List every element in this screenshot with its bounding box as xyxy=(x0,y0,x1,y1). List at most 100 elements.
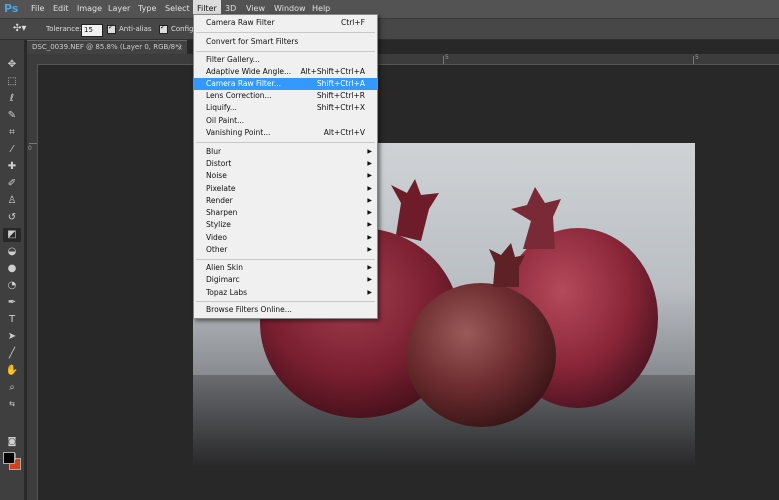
submenu-arrow-icon: ▶ xyxy=(367,289,372,296)
horizontal-ruler: 0 5 5 xyxy=(27,54,779,65)
menu-item-label: Distort xyxy=(206,159,232,168)
menu-item-shortcut: Alt+Ctrl+V xyxy=(323,128,365,137)
menu-item-label: Lens Correction... xyxy=(206,91,272,100)
menu-item-shortcut: Shift+Ctrl+R xyxy=(316,91,365,100)
brush-tool-icon[interactable]: ✐ xyxy=(3,177,21,191)
submenu-arrow-icon: ▶ xyxy=(367,160,372,167)
line-tool-icon[interactable]: ╱ xyxy=(3,347,21,361)
menu-item-label: Pixelate xyxy=(206,184,236,193)
healing-brush-tool-icon[interactable]: ✚ xyxy=(3,160,21,174)
quick-mask-icon[interactable]: ◙ xyxy=(3,435,21,449)
menu-item-label: Adaptive Wide Angle... xyxy=(206,67,292,76)
menu-blur[interactable]: Blur ▶ xyxy=(194,146,377,158)
menu-lens-correction[interactable]: Lens Correction... Shift+Ctrl+R xyxy=(194,90,377,102)
antialias-label: Anti-alias xyxy=(119,25,152,33)
menu-adaptive-wide-angle[interactable]: Adaptive Wide Angle... Alt+Shift+Ctrl+A xyxy=(194,66,377,78)
menu-filter-gallery[interactable]: Filter Gallery... xyxy=(194,54,377,66)
menu-item-label: Browse Filters Online... xyxy=(206,305,292,314)
menu-edit[interactable]: Edit xyxy=(49,0,73,18)
tools-panel: ✥ ⬚ ℓ ✎ ⌗ ⁄ ✚ ✐ ♙ ↺ ◩ ◒ ● ◔ ✒ T ➤ ╱ ✋ ⌕ … xyxy=(0,40,25,500)
menu-separator xyxy=(196,32,375,33)
submenu-arrow-icon: ▶ xyxy=(367,246,372,253)
filter-dropdown-menu: Camera Raw Filter Ctrl+F Convert for Sma… xyxy=(193,14,378,319)
ruler-tick xyxy=(693,56,694,64)
menu-oil-paint[interactable]: Oil Paint... xyxy=(194,115,377,127)
marquee-tool-icon[interactable]: ⬚ xyxy=(3,75,21,89)
ruler-label: 5 xyxy=(445,54,449,61)
magic-wand-tool-icon[interactable]: ✣▾ xyxy=(13,19,26,39)
menu-item-label: Camera Raw Filter... xyxy=(206,79,282,88)
zoom-tool-icon[interactable]: ⌕ xyxy=(3,381,21,395)
paint-bucket-tool-icon[interactable]: ◒ xyxy=(3,245,21,259)
submenu-arrow-icon: ▶ xyxy=(367,172,372,179)
menu-item-label: Digimarc xyxy=(206,275,240,284)
menu-stylize[interactable]: Stylize ▶ xyxy=(194,219,377,231)
menu-item-label: Other xyxy=(206,245,228,254)
menu-separator xyxy=(196,259,375,260)
menu-item-label: Oil Paint... xyxy=(206,116,245,125)
menu-image[interactable]: Image xyxy=(73,0,106,18)
menu-camera-raw-filter-last[interactable]: Camera Raw Filter Ctrl+F xyxy=(194,17,377,29)
menu-item-label: Liquify... xyxy=(206,103,237,112)
clone-stamp-tool-icon[interactable]: ♙ xyxy=(3,194,21,208)
menu-item-shortcut: Shift+Ctrl+X xyxy=(316,103,365,112)
menu-type[interactable]: Type xyxy=(134,0,160,18)
menu-item-label: Stylize xyxy=(206,220,231,229)
dodge-tool-icon[interactable]: ◔ xyxy=(3,279,21,293)
submenu-arrow-icon: ▶ xyxy=(367,209,372,216)
vertical-ruler: 0 xyxy=(27,64,38,500)
menu-pixelate[interactable]: Pixelate ▶ xyxy=(194,183,377,195)
menu-other[interactable]: Other ▶ xyxy=(194,244,377,256)
eyedropper-tool-icon[interactable]: ⁄ xyxy=(3,143,21,157)
menu-separator xyxy=(196,142,375,143)
menu-sharpen[interactable]: Sharpen ▶ xyxy=(194,207,377,219)
menu-video[interactable]: Video ▶ xyxy=(194,232,377,244)
menu-item-label: Convert for Smart Filters xyxy=(206,37,299,46)
menu-item-label: Sharpen xyxy=(206,208,238,217)
move-tool-icon[interactable]: ✥ xyxy=(3,58,21,72)
type-tool-icon[interactable]: T xyxy=(3,313,21,327)
menu-browse-filters-online[interactable]: Browse Filters Online... xyxy=(194,304,377,316)
menu-item-shortcut: Ctrl+F xyxy=(341,18,365,27)
quick-select-tool-icon[interactable]: ✎ xyxy=(3,109,21,123)
blur-tool-icon[interactable]: ● xyxy=(3,262,21,276)
ruler-label: 0 xyxy=(28,145,32,152)
menu-topaz-labs[interactable]: Topaz Labs ▶ xyxy=(194,287,377,299)
tolerance-input[interactable]: 15 xyxy=(81,24,103,37)
menu-layer[interactable]: Layer xyxy=(104,0,134,18)
menu-item-shortcut: Shift+Ctrl+A xyxy=(316,79,365,88)
submenu-arrow-icon: ▶ xyxy=(367,264,372,271)
foreground-color-swatch[interactable] xyxy=(3,452,15,464)
menu-alien-skin[interactable]: Alien Skin ▶ xyxy=(194,262,377,274)
menu-camera-raw-filter[interactable]: Camera Raw Filter... Shift+Ctrl+A xyxy=(194,78,377,90)
menu-item-label: Topaz Labs xyxy=(206,288,248,297)
pen-tool-icon[interactable]: ✒ xyxy=(3,296,21,310)
crop-tool-icon[interactable]: ⌗ xyxy=(3,126,21,140)
menu-distort[interactable]: Distort ▶ xyxy=(194,158,377,170)
close-icon[interactable]: × xyxy=(176,41,183,54)
swap-colors-icon[interactable]: ⇆ xyxy=(3,397,21,411)
menu-liquify[interactable]: Liquify... Shift+Ctrl+X xyxy=(194,102,377,114)
submenu-arrow-icon: ▶ xyxy=(367,234,372,241)
menu-convert-smart-filters[interactable]: Convert for Smart Filters xyxy=(194,36,377,48)
menu-file[interactable]: File xyxy=(27,0,48,18)
menu-item-shortcut: Alt+Shift+Ctrl+A xyxy=(300,67,365,76)
antialias-checkbox[interactable] xyxy=(107,23,116,34)
menu-item-label: Noise xyxy=(206,171,227,180)
menu-digimarc[interactable]: Digimarc ▶ xyxy=(194,274,377,286)
ruler-tick xyxy=(29,143,37,144)
menu-render[interactable]: Render ▶ xyxy=(194,195,377,207)
menu-noise[interactable]: Noise ▶ xyxy=(194,170,377,182)
lasso-tool-icon[interactable]: ℓ xyxy=(3,92,21,106)
contiguous-checkbox[interactable] xyxy=(159,23,168,34)
document-tab[interactable]: DSC_0039.NEF @ 85.8% (Layer 0, RGB/8*) *… xyxy=(27,40,187,64)
menu-vanishing-point[interactable]: Vanishing Point... Alt+Ctrl+V xyxy=(194,127,377,139)
history-brush-tool-icon[interactable]: ↺ xyxy=(3,211,21,225)
menu-item-label: Video xyxy=(206,233,228,242)
submenu-arrow-icon: ▶ xyxy=(367,148,372,155)
eraser-tool-icon[interactable]: ◩ xyxy=(3,228,21,242)
path-select-tool-icon[interactable]: ➤ xyxy=(3,330,21,344)
menu-select[interactable]: Select xyxy=(161,0,194,18)
submenu-arrow-icon: ▶ xyxy=(367,276,372,283)
hand-tool-icon[interactable]: ✋ xyxy=(3,364,21,378)
